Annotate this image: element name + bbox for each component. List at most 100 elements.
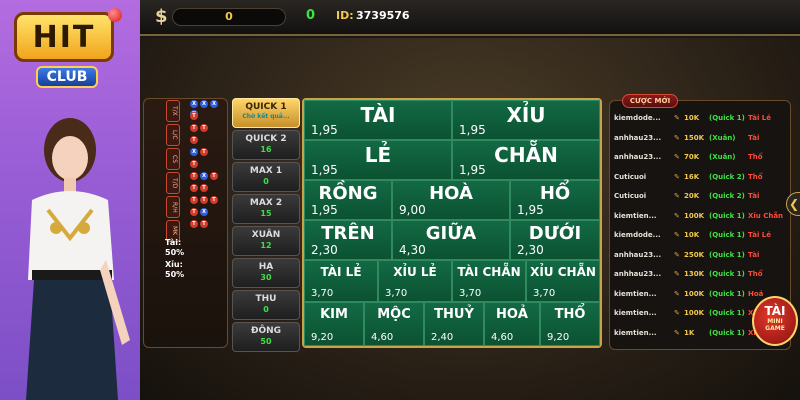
recent-bet-row: ✎ anhhau23... 150K (Xuân) Tài — [614, 134, 789, 146]
tab-label: MAX 2 — [249, 198, 283, 208]
bettor-name: kiemtien... — [614, 328, 657, 337]
pencil-icon: ✎ — [674, 114, 680, 122]
mini-game-button[interactable]: TÀI MINI GAME — [752, 296, 798, 346]
bet-cell-thuỷ[interactable]: THUỶ 2,40 — [424, 302, 484, 346]
stat-tag[interactable]: T/X — [166, 100, 180, 122]
tab-max-2[interactable]: MAX 2 15 — [232, 194, 300, 224]
pencil-icon: ✎ — [674, 172, 680, 181]
tab-count: 30 — [260, 273, 272, 282]
tab-xuân[interactable]: XUÂN 12 — [232, 226, 300, 256]
stat-tag[interactable]: T/D — [166, 172, 180, 194]
stat-dot-row: T — [190, 160, 224, 168]
bet-amount: 20K — [684, 192, 700, 200]
bet-cell-lẻ[interactable]: LẺ 1,95 — [304, 140, 452, 180]
bet-cell-odds: 4,60 — [371, 332, 394, 343]
bet-pick: Xỉu Chẵn — [748, 211, 784, 220]
logo-hit: HIT — [14, 12, 114, 62]
pencil-icon: ✎ — [674, 211, 680, 220]
recent-bet-row: ✎ kiemdode... 10K (Quick 1) Tài Lẻ — [614, 114, 789, 126]
bet-pick: Hoả — [748, 289, 764, 298]
bet-cell-odds: 1,95 — [459, 163, 486, 177]
stat-dot-row: TX — [190, 208, 224, 216]
pencil-icon: ✎ — [674, 328, 680, 337]
stat-dot: T — [190, 124, 198, 132]
bet-cell-odds: 1,95 — [459, 123, 486, 137]
xiu-percent: 50% — [165, 270, 185, 279]
bet-cell-hoả[interactable]: HOẢ 4,60 — [484, 302, 540, 346]
stat-dot: T — [190, 208, 198, 216]
bet-cell-odds: 3,70 — [385, 288, 408, 299]
tab-label: ĐÔNG — [250, 326, 282, 336]
stat-dot-row: XT — [190, 148, 224, 156]
tab-thu[interactable]: THU 0 — [232, 290, 300, 320]
bet-cell-hoà[interactable]: HOÀ 9,00 — [392, 180, 510, 220]
bet-amount: 150K — [684, 133, 705, 142]
mini-game-label: TÀI — [764, 304, 786, 318]
bet-mode: (Xuân) — [709, 153, 736, 161]
bet-cell-trên[interactable]: TRÊN 2,30 — [304, 220, 392, 260]
bet-mode: (Quick 2) — [709, 172, 745, 181]
bet-mode: (Xuân) — [709, 133, 736, 142]
bet-pick: Thổ — [748, 172, 763, 181]
stat-tag[interactable]: L/C — [166, 124, 180, 146]
bet-cell-name: THỔ — [554, 307, 586, 322]
bet-cell-mộc[interactable]: MỘC 4,60 — [364, 302, 424, 346]
stat-dot-row: TTT — [190, 196, 224, 204]
tab-quick-1[interactable]: QUICK 1 Chờ kết quả... — [232, 98, 300, 128]
tab-count: Chờ kết quả... — [242, 113, 290, 120]
recent-bets-title: CƯỢC MỚI — [622, 94, 678, 108]
tab-count: 16 — [260, 145, 272, 154]
bet-mode: (Quick 2) — [709, 192, 745, 200]
stat-dot: T — [190, 136, 198, 144]
bet-pick: Tài Lẻ — [748, 231, 771, 239]
bet-amount: 16K — [684, 172, 700, 181]
bet-cell-name: HOÀ — [429, 183, 473, 204]
tab-count: 15 — [260, 209, 272, 218]
bet-cell-odds: 4,60 — [491, 332, 514, 343]
tab-đông[interactable]: ĐÔNG 50 — [232, 322, 300, 352]
bettor-name: anhhau23... — [614, 133, 662, 142]
stat-tag[interactable]: CS — [166, 148, 180, 170]
tab-label: MAX 1 — [249, 166, 283, 176]
promo-girl-illustration — [26, 118, 130, 400]
stat-dot: T — [200, 124, 208, 132]
tab-hạ[interactable]: HẠ 30 — [232, 258, 300, 288]
balance-display: 0 — [172, 8, 286, 26]
bet-cell-dưới[interactable]: DƯỚI 2,30 — [510, 220, 600, 260]
bet-cell-thổ[interactable]: THỔ 9,20 — [540, 302, 600, 346]
bet-mode: (Quick 1) — [709, 250, 745, 259]
bet-cell-tài-lẻ[interactable]: TÀI LẺ 3,70 — [304, 260, 378, 302]
bet-cell-odds: 3,70 — [311, 288, 334, 299]
bet-cell-tài[interactable]: TÀI 1,95 — [304, 100, 452, 140]
bet-cell-chẵn[interactable]: CHẴN 1,95 — [452, 140, 600, 180]
tab-quick-2[interactable]: QUICK 2 16 — [232, 130, 300, 160]
id-label: ID: — [336, 9, 354, 22]
bet-cell-name: THUỶ — [434, 307, 474, 322]
bet-cell-odds: 2,30 — [311, 243, 338, 257]
pencil-icon: ✎ — [674, 309, 680, 317]
stat-dot: T — [190, 196, 198, 204]
stat-dot: T — [200, 184, 208, 192]
bet-cell-name: GIỮA — [425, 223, 477, 244]
stat-dot: X — [190, 100, 198, 108]
bet-cell-hổ[interactable]: HỔ 1,95 — [510, 180, 600, 220]
bet-cell-odds: 2,30 — [517, 243, 544, 257]
pencil-icon: ✎ — [674, 270, 680, 278]
bet-cell-giữa[interactable]: GIỮA 4,30 — [392, 220, 510, 260]
pencil-icon: ✎ — [674, 250, 680, 259]
stat-tag[interactable]: R/H — [166, 196, 180, 218]
bet-cell-name: HỔ — [539, 183, 571, 204]
bet-amount: 100K — [684, 309, 705, 317]
bet-cell-rồng[interactable]: RỒNG 1,95 — [304, 180, 392, 220]
bet-cell-xỉu-lẻ[interactable]: XỈU LẺ 3,70 — [378, 260, 452, 302]
stat-dot: X — [200, 208, 208, 216]
bet-cell-tài-chẵn[interactable]: TÀI CHẴN 3,70 — [452, 260, 526, 302]
bet-mode: (Quick 1) — [709, 211, 745, 220]
bet-cell-xỉu-chẵn[interactable]: XỈU CHẴN 3,70 — [526, 260, 600, 302]
bet-cell-odds: 9,00 — [399, 203, 426, 217]
bet-cell-xỉu[interactable]: XỈU 1,95 — [452, 100, 600, 140]
bet-mode: (Quick 1) — [709, 231, 745, 239]
bet-cell-kim[interactable]: KIM 9,20 — [304, 302, 364, 346]
tab-max-1[interactable]: MAX 10 — [232, 162, 300, 192]
bet-cell-odds: 1,95 — [311, 163, 338, 177]
